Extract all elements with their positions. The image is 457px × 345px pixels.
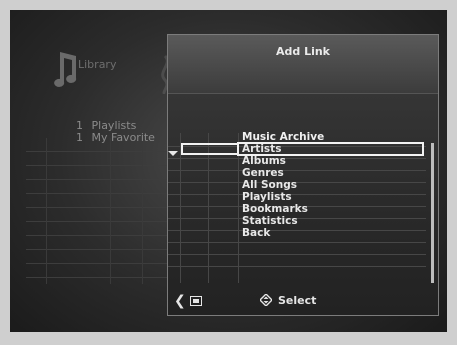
music-note-icon xyxy=(54,52,77,87)
menu-item-albums[interactable]: Albums xyxy=(238,155,423,167)
library-title: Library xyxy=(78,58,117,71)
add-link-dialog: Add Link Music Archive Artists Albums Ge… xyxy=(167,34,439,316)
menu-item-statistics[interactable]: Statistics xyxy=(238,215,423,227)
scrollbar[interactable] xyxy=(431,143,434,283)
background-grid xyxy=(26,138,178,284)
dialog-footer: ❮ Select xyxy=(168,287,438,315)
back-key-icon[interactable] xyxy=(190,296,202,306)
select-hint-label: Select xyxy=(278,294,317,307)
media-screen: Library 1 Playlists 1 My Favorite Add Li… xyxy=(10,10,447,332)
navigation-diamond-icon xyxy=(260,294,272,306)
menu-item-playlists[interactable]: Playlists xyxy=(238,191,423,203)
menu-item-bookmarks[interactable]: Bookmarks xyxy=(238,203,423,215)
menu-item-back[interactable]: Back xyxy=(238,227,423,239)
triangle-down-icon xyxy=(168,151,178,156)
link-menu: Music Archive Artists Albums Genres All … xyxy=(181,131,424,239)
dialog-title: Add Link xyxy=(275,45,331,58)
menu-item-artists[interactable]: Artists xyxy=(181,142,424,156)
dialog-header: Add Link xyxy=(168,35,438,94)
menu-item-all-songs[interactable]: All Songs xyxy=(238,179,423,191)
menu-item-genres[interactable]: Genres xyxy=(238,167,423,179)
selection-highlight xyxy=(181,143,238,155)
menu-title: Music Archive xyxy=(242,131,325,143)
chevron-left-icon[interactable]: ❮ xyxy=(174,293,186,309)
list-item[interactable]: 1 My Favorite xyxy=(76,132,155,144)
background-list: 1 Playlists 1 My Favorite xyxy=(76,120,155,144)
